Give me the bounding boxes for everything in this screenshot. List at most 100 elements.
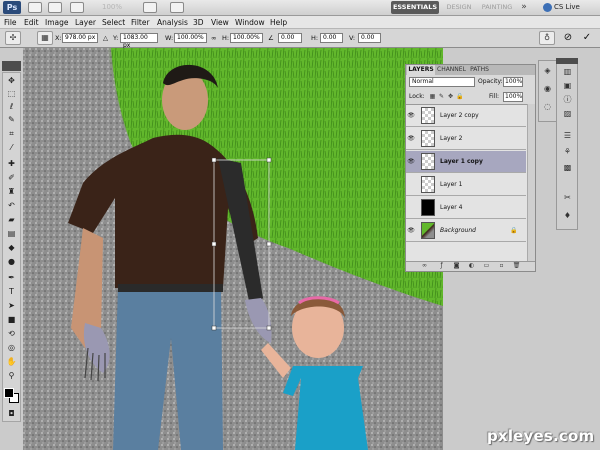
zoom-level[interactable]: 100%: [102, 2, 122, 13]
y-position-field[interactable]: 1083.00 px: [120, 33, 158, 49]
dodge-icon[interactable]: ●: [5, 256, 18, 267]
path-select-icon[interactable]: ➤: [5, 300, 18, 311]
lock-all-icon[interactable]: 🔒: [456, 93, 463, 101]
screen-mode-icon[interactable]: [170, 2, 184, 13]
view-extras-icon[interactable]: [70, 2, 84, 13]
hand-icon[interactable]: ✋: [5, 356, 18, 367]
styles-icon[interactable]: ⚘: [561, 146, 574, 158]
workspace-painting[interactable]: PAINTING: [479, 1, 515, 14]
tab-layers[interactable]: LAYERS: [407, 65, 435, 75]
history-brush-icon[interactable]: ↶: [5, 200, 18, 211]
adjustments-icon[interactable]: ☰: [561, 130, 574, 142]
eye-icon[interactable]: 👁: [407, 128, 415, 150]
3d-rotate-icon[interactable]: ⟲: [5, 328, 18, 339]
brush-icon[interactable]: ✐: [5, 172, 18, 183]
shape-icon[interactable]: ■: [5, 314, 18, 325]
layer-style-icon[interactable]: ƒ: [437, 262, 446, 270]
menu-window[interactable]: Window: [235, 16, 265, 29]
lock-position-icon[interactable]: ✥: [447, 93, 454, 101]
tab-paths[interactable]: PATHS: [466, 65, 493, 75]
vertical-skew-field[interactable]: 0.00: [358, 33, 381, 43]
navigator-icon[interactable]: ▣: [561, 80, 574, 92]
link-aspect-icon[interactable]: ∞: [211, 33, 216, 43]
quick-mask-icon[interactable]: ◘: [5, 408, 18, 419]
histogram-icon[interactable]: ▥: [561, 66, 574, 78]
eye-icon[interactable]: 👁: [407, 105, 415, 127]
dock-header[interactable]: [556, 58, 578, 64]
arrange-documents-icon[interactable]: [143, 2, 157, 13]
eraser-icon[interactable]: ▰: [5, 214, 18, 225]
quick-select-icon[interactable]: ✎: [5, 114, 18, 125]
info-icon[interactable]: ⓘ: [561, 94, 574, 106]
transform-tool-preset-icon[interactable]: ✣: [5, 31, 21, 45]
menu-analysis[interactable]: Analysis: [157, 16, 188, 29]
eye-hidden-icon[interactable]: [407, 197, 415, 219]
eye-icon[interactable]: 👁: [407, 151, 415, 173]
fill-field[interactable]: 100%: [503, 92, 523, 102]
tab-channels[interactable]: CHANNEL: [437, 65, 466, 75]
new-layer-icon[interactable]: ▫: [497, 262, 506, 270]
zoom-icon[interactable]: ⚲: [5, 370, 18, 381]
delete-layer-icon[interactable]: 🗑: [512, 262, 521, 270]
height-scale-field[interactable]: 100.00%: [230, 33, 263, 43]
tools-panel-header[interactable]: [2, 61, 21, 71]
menu-help[interactable]: Help: [270, 16, 287, 29]
mini-bridge-icon[interactable]: [48, 2, 62, 13]
lock-transparency-icon[interactable]: ▦: [429, 93, 436, 101]
menu-view[interactable]: View: [211, 16, 229, 29]
menu-filter[interactable]: Filter: [131, 16, 150, 29]
opacity-field[interactable]: 100%: [503, 77, 523, 87]
paths-panel-icon[interactable]: ◌: [541, 101, 554, 113]
add-mask-icon[interactable]: ◙: [452, 262, 461, 270]
reference-point-icon[interactable]: ▦: [37, 31, 53, 45]
pen-icon[interactable]: ✒: [5, 272, 18, 283]
gradient-icon[interactable]: ▤: [5, 228, 18, 239]
eye-hidden-icon[interactable]: [407, 174, 415, 196]
3d-orbit-icon[interactable]: ◎: [5, 342, 18, 353]
tool-presets-icon[interactable]: ✂: [561, 192, 574, 204]
horizontal-skew-field[interactable]: 0.00: [320, 33, 343, 43]
color-panel-icon[interactable]: ▨: [561, 108, 574, 120]
menu-file[interactable]: File: [4, 16, 17, 29]
cs-live-button[interactable]: CS Live: [543, 1, 597, 14]
layer-name: Background: [440, 227, 476, 234]
healing-icon[interactable]: ✚: [5, 158, 18, 169]
menu-3d[interactable]: 3D: [193, 16, 204, 29]
crop-icon[interactable]: ⌗: [5, 128, 18, 139]
warp-mode-icon[interactable]: ♁: [539, 31, 555, 45]
channels-panel-icon[interactable]: ◉: [541, 83, 554, 95]
workspace-more-button[interactable]: »: [518, 1, 530, 14]
width-scale-field[interactable]: 100.00%: [174, 33, 207, 43]
masks-icon[interactable]: ▩: [561, 162, 574, 174]
document-canvas[interactable]: [23, 48, 443, 450]
lasso-icon[interactable]: ℓ: [5, 101, 18, 112]
layers-scrollbar[interactable]: [527, 104, 535, 261]
relative-position-icon[interactable]: △: [103, 33, 108, 43]
eye-icon[interactable]: 👁: [407, 220, 415, 242]
workspace-essentials[interactable]: ESSENTIALS: [391, 1, 439, 14]
workspace-design[interactable]: DESIGN: [444, 1, 474, 14]
menu-image[interactable]: Image: [45, 16, 69, 29]
foreground-color-swatch[interactable]: [4, 388, 14, 398]
link-layers-icon[interactable]: ∞: [420, 262, 429, 270]
marquee-icon[interactable]: ⬚: [5, 88, 18, 99]
blend-mode-select[interactable]: Normal: [409, 77, 475, 87]
lock-pixels-icon[interactable]: ✎: [438, 93, 445, 101]
adjustment-layer-icon[interactable]: ◐: [467, 262, 476, 270]
eyedropper-icon[interactable]: ⁄: [5, 142, 18, 153]
bridge-icon[interactable]: [28, 2, 42, 13]
menu-select[interactable]: Select: [102, 16, 125, 29]
layers-panel-icon[interactable]: ◈: [541, 65, 554, 77]
menu-edit[interactable]: Edit: [24, 16, 39, 29]
commit-transform-icon[interactable]: ✓: [580, 31, 594, 45]
clone-stamp-icon[interactable]: ♜: [5, 186, 18, 197]
move-icon[interactable]: ✥: [5, 75, 18, 86]
rotate-angle-field[interactable]: 0.00: [278, 33, 302, 43]
new-group-icon[interactable]: ▭: [482, 262, 491, 270]
blur-icon[interactable]: ◆: [5, 242, 18, 253]
brush-presets-icon[interactable]: ♦: [561, 210, 574, 222]
menu-layer[interactable]: Layer: [75, 16, 96, 29]
x-position-field[interactable]: 978.00 px: [62, 33, 98, 43]
cancel-transform-icon[interactable]: ⊘: [561, 31, 575, 45]
type-icon[interactable]: T: [5, 286, 18, 297]
